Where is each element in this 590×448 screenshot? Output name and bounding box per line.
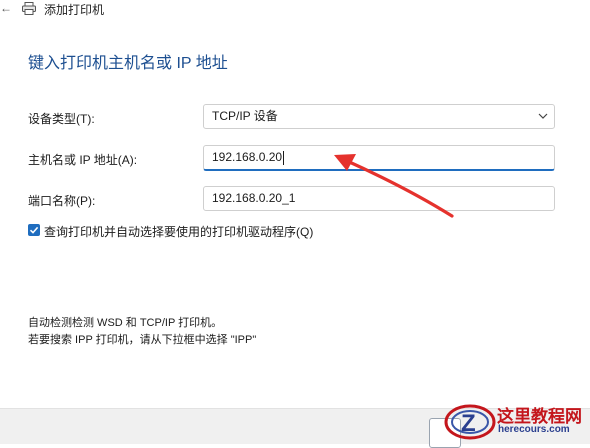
hostname-input[interactable]: 192.168.0.20	[203, 145, 555, 171]
query-printer-checkbox-label[interactable]: 查询打印机并自动选择要使用的打印机驱动程序(Q)	[44, 223, 313, 240]
device-type-value: TCP/IP 设备	[212, 109, 278, 123]
device-type-label: 设备类型(T):	[28, 112, 95, 126]
title-bar: ← 添加打印机	[0, 0, 590, 18]
printer-icon	[22, 2, 36, 15]
hostname-value: 192.168.0.20	[212, 150, 283, 164]
page-heading: 键入打印机主机名或 IP 地址	[28, 55, 228, 72]
info-text-line-2: 若要搜索 IPP 打印机，请从下拉框中选择 "IPP"	[28, 334, 257, 346]
port-name-value: 192.168.0.20_1	[212, 191, 296, 205]
device-type-dropdown[interactable]: TCP/IP 设备	[203, 104, 555, 129]
svg-text:Z: Z	[461, 410, 476, 437]
chevron-down-icon	[538, 113, 548, 119]
watermark-url: herecours.com	[498, 424, 570, 435]
port-name-input[interactable]: 192.168.0.20_1	[203, 186, 555, 211]
query-printer-checkbox[interactable]	[28, 224, 40, 236]
port-name-label: 端口名称(P):	[28, 194, 96, 208]
hostname-label: 主机名或 IP 地址(A):	[28, 153, 138, 167]
text-caret	[283, 150, 285, 165]
arrow-left-icon[interactable]: ←	[0, 0, 12, 16]
checkmark-icon	[29, 226, 39, 234]
info-text-line-1: 自动检测检测 WSD 和 TCP/IP 打印机。	[28, 317, 223, 329]
window-title: 添加打印机	[44, 3, 105, 17]
